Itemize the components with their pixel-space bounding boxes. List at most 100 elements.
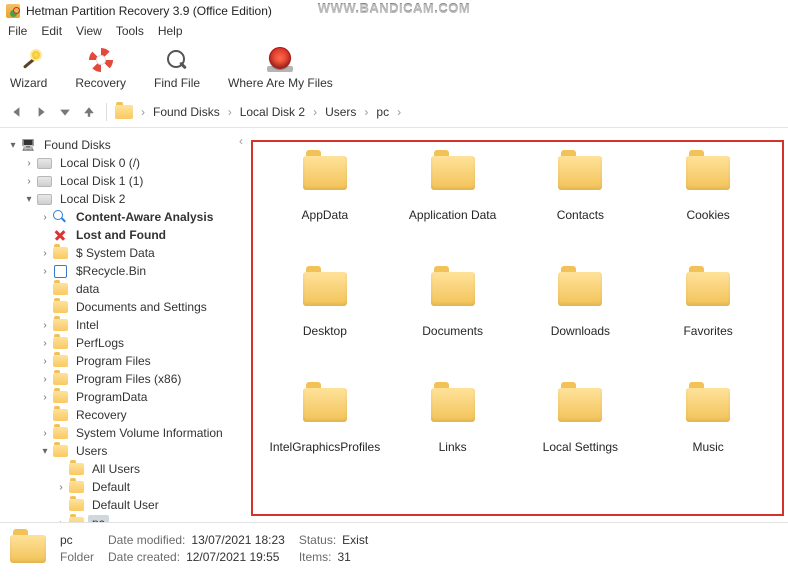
expander-icon[interactable]: › [38,266,52,277]
tree-perflogs[interactable]: › PerfLogs [38,334,241,352]
expander-icon[interactable]: › [38,356,52,367]
tree-pc[interactable]: › pc [54,514,241,522]
expander-icon[interactable]: › [38,392,52,403]
wizard-button[interactable]: Wizard [10,46,47,90]
grid-item-label: Local Settings [543,440,618,454]
crumb-found-disks[interactable]: Found Disks [153,105,220,119]
grid-item[interactable]: Application Data [393,156,513,222]
tree-program-files[interactable]: › Program Files [38,352,241,370]
folder-icon [686,156,730,190]
nav-up-button[interactable] [80,103,98,121]
folder-icon [558,388,602,422]
tree-data[interactable]: · data [38,280,241,298]
tree-default-user-label: Default User [88,497,163,513]
folder-icon [303,272,347,306]
tree-recycle[interactable]: › $Recycle.Bin [38,262,241,280]
where-files-button[interactable]: Where Are My Files [228,46,333,90]
expander-icon[interactable]: › [22,176,36,187]
tree-default[interactable]: › Default [54,478,241,496]
find-file-button[interactable]: Find File [154,46,200,90]
nav-back-button[interactable] [8,103,26,121]
grid-item[interactable]: IntelGraphicsProfiles [265,388,385,454]
expander-icon[interactable]: › [54,518,68,523]
expander-icon[interactable]: › [38,212,52,223]
expander-icon[interactable]: › [38,320,52,331]
tree-all-users[interactable]: · All Users [54,460,241,478]
expander-icon[interactable]: › [38,338,52,349]
tree-programdata-label: ProgramData [72,389,151,405]
tree-lost-found-label: Lost and Found [72,227,170,243]
tree-svi[interactable]: › System Volume Information [38,424,241,442]
grid-item[interactable]: Documents [393,272,513,338]
nav-forward-button[interactable] [32,103,50,121]
folder-icon [53,445,68,457]
folder-grid: AppData Application Data Contacts Cookies De… [253,146,780,454]
tree-docs-settings-label: Documents and Settings [72,299,211,315]
expander-icon[interactable]: › [38,248,52,259]
grid-item[interactable]: Music [648,388,768,454]
crumb-localdisk2[interactable]: Local Disk 2 [240,105,305,119]
grid-item-label: Cookies [686,208,729,222]
disk-icon [37,194,52,205]
tree-disk-1[interactable]: › Local Disk 1 (1) [22,172,241,190]
expander-icon[interactable]: ▾ [6,140,20,151]
folder-icon [69,481,84,493]
menu-edit[interactable]: Edit [41,24,62,38]
grid-item[interactable]: Local Settings [521,388,641,454]
status-items-value: 31 [337,550,350,564]
folder-icon [53,391,68,403]
tree-lost-found[interactable]: · Lost and Found [38,226,241,244]
expander-icon[interactable]: › [22,158,36,169]
menu-view[interactable]: View [76,24,102,38]
folder-icon [53,373,68,385]
menu-help[interactable]: Help [158,24,183,38]
status-modified-label: Date modified: [108,533,185,547]
grid-item-label: AppData [302,208,349,222]
menu-file[interactable]: File [8,24,27,38]
tree-pc-label: pc [88,515,109,522]
tree-programdata[interactable]: › ProgramData [38,388,241,406]
grid-item[interactable]: Cookies [648,156,768,222]
expander-icon[interactable]: › [38,374,52,385]
grid-item-label: Downloads [551,324,610,338]
tree-system-data-label: $ System Data [72,245,159,261]
tree-program-files-x86[interactable]: › Program Files (x86) [38,370,241,388]
tree-docs-settings[interactable]: · Documents and Settings [38,298,241,316]
lifebuoy-icon [89,48,113,72]
expander-icon[interactable]: ▾ [38,446,52,457]
recycle-bin-icon [54,265,67,278]
grid-item[interactable]: Downloads [521,272,641,338]
tree-default-user[interactable]: · Default User [54,496,241,514]
tree-disk-0[interactable]: › Local Disk 0 (/) [22,154,241,172]
folder-icon [558,272,602,306]
grid-item[interactable]: Favorites [648,272,768,338]
nav-history-button[interactable] [56,103,74,121]
expander-icon[interactable]: ▾ [22,194,36,205]
grid-item-label: Contacts [557,208,604,222]
tree-system-data[interactable]: › $ System Data [38,244,241,262]
tree-svi-label: System Volume Information [72,425,227,441]
tree-recovery-folder[interactable]: · Recovery [38,406,241,424]
menu-tools[interactable]: Tools [116,24,144,38]
expander-icon[interactable]: › [38,428,52,439]
tree-root[interactable]: ▾ 🖥 Found Disks [6,136,241,154]
recovery-button[interactable]: Recovery [75,46,126,90]
grid-item[interactable]: Contacts [521,156,641,222]
grid-item[interactable]: Links [393,388,513,454]
folder-icon [53,427,68,439]
crumb-users[interactable]: Users [325,105,356,119]
crumb-pc[interactable]: pc [376,105,389,119]
grid-item[interactable]: Desktop [265,272,385,338]
tree-disk-2[interactable]: ▾ Local Disk 2 [22,190,241,208]
grid-item[interactable]: AppData [265,156,385,222]
tree-users[interactable]: ▾ Users [38,442,241,460]
grid-item-label: Links [439,440,467,454]
tree-default-label: Default [88,479,134,495]
tree-all-users-label: All Users [88,461,144,477]
tree-program-files-label: Program Files [72,353,155,369]
tree-root-label: Found Disks [40,137,115,153]
tree-collapse-icon[interactable]: ‹ [237,134,245,148]
expander-icon[interactable]: › [54,482,68,493]
tree-intel[interactable]: › Intel [38,316,241,334]
tree-content-aware[interactable]: › Content-Aware Analysis [38,208,241,226]
